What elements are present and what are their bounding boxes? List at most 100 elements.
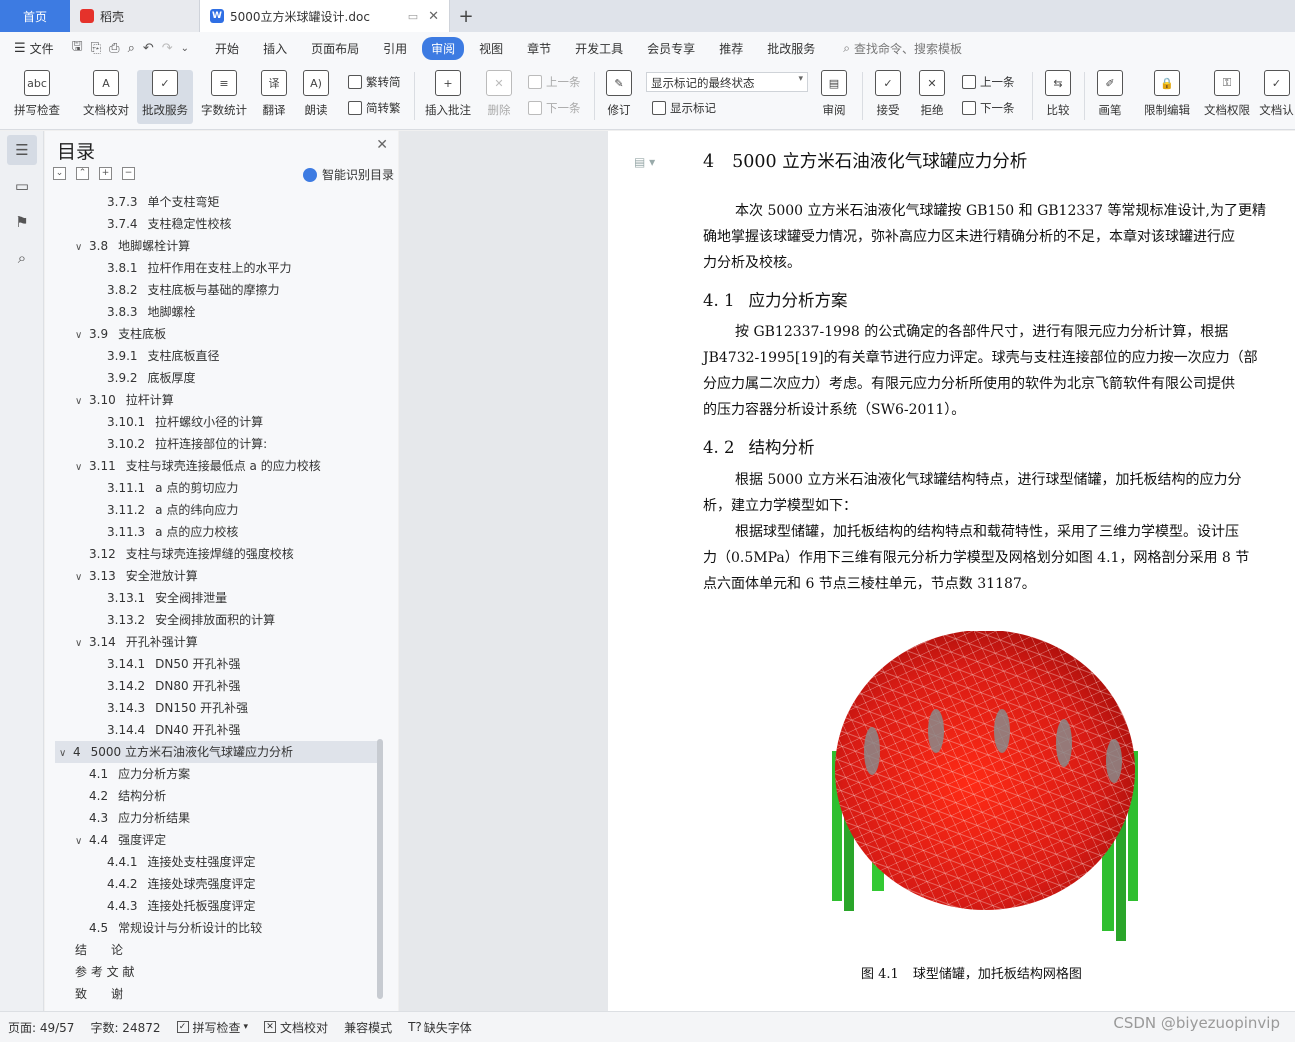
toc-item[interactable]: 参 考 文 献 [45, 961, 134, 983]
toc-item[interactable]: 3.13.1 安全阀排泄量 [45, 587, 227, 609]
print-icon[interactable]: ⎙ [109, 41, 119, 56]
expand-chevron-icon[interactable]: ∨ [75, 325, 89, 347]
toc-item[interactable]: 3.14.2 DN80 开孔补强 [45, 675, 240, 697]
remove-heading-icon[interactable]: − [122, 167, 135, 180]
doc-check-button[interactable]: A 文档校对 [78, 70, 134, 124]
next-comment-button[interactable]: 下一条 [528, 100, 581, 116]
add-heading-icon[interactable]: + [99, 167, 112, 180]
expand-chevron-icon[interactable]: ∨ [75, 567, 89, 589]
compare-button[interactable]: ⇆ 比较 [1040, 70, 1076, 124]
toc-scrollbar[interactable] [377, 739, 383, 999]
toc-item[interactable]: 4.4.2 连接处球壳强度评定 [45, 873, 256, 895]
expand-all-icon[interactable]: ⌄ [53, 167, 66, 180]
menu-tab[interactable]: 引用 [374, 37, 416, 60]
doc-check-status[interactable]: ✕ 文档校对 [256, 1019, 336, 1036]
undo-icon[interactable]: ↶ [143, 41, 154, 56]
tab-document[interactable]: W 5000立方米球罐设计.doc ▭ ✕ [200, 0, 450, 32]
prev-change-button[interactable]: 上一条 [962, 74, 1015, 90]
toc-item[interactable]: 3.14.3 DN150 开孔补强 [45, 697, 248, 719]
page-indicator[interactable]: 页面: 49/57 [0, 1019, 82, 1036]
reject-button[interactable]: ✕ 拒绝 [914, 70, 950, 124]
toc-item[interactable]: 3.9.2 底板厚度 [45, 367, 196, 389]
toc-item[interactable]: ∨ 4.4 强度评定 [45, 829, 166, 851]
restrict-edit-button[interactable]: 🔒 限制编辑 [1140, 70, 1194, 124]
window-mode-icon[interactable]: ▭ [408, 10, 418, 23]
toc-item[interactable]: 4.2 结构分析 [45, 785, 166, 807]
read-aloud-button[interactable]: A) 朗读 [300, 70, 332, 124]
expand-chevron-icon[interactable]: ∨ [75, 831, 89, 853]
menu-tab[interactable]: 插入 [254, 37, 296, 60]
next-change-button[interactable]: 下一条 [962, 100, 1015, 116]
menu-tab[interactable]: 批改服务 [758, 37, 824, 60]
toc-item[interactable]: 3.8.2 支柱底板与基础的摩擦力 [45, 279, 280, 301]
toc-item[interactable]: 3.8.3 地脚螺栓 [45, 301, 196, 323]
tab-docker[interactable]: 稻壳 [70, 0, 200, 32]
expand-chevron-icon[interactable]: ∨ [75, 633, 89, 655]
accept-button[interactable]: ✓ 接受 [870, 70, 906, 124]
toc-item[interactable]: 3.8.1 拉杆作用在支柱上的水平力 [45, 257, 292, 279]
toc-item[interactable]: 3.11.2 a 点的纬向应力 [45, 499, 238, 521]
review-pane-button[interactable]: ▤ 审阅 [816, 70, 852, 124]
document-page[interactable]: ▤ ▾ 4 5000 立方米石油液化气球罐应力分析 本次 5000 立方米石油液化… [608, 131, 1295, 1011]
toc-item[interactable]: ∨ 3.11 支柱与球壳连接最低点 a 的应力校核 [45, 455, 321, 477]
menu-tab[interactable]: 章节 [518, 37, 560, 60]
close-icon[interactable]: ✕ [376, 137, 388, 153]
collapse-all-icon[interactable]: ⌃ [76, 167, 89, 180]
toc-item[interactable]: 3.10.2 拉杆连接部位的计算: [45, 433, 267, 455]
word-count-button[interactable]: ≡ 字数统计 [197, 70, 251, 124]
toc-item[interactable]: 3.10.1 拉杆螺纹小径的计算 [45, 411, 263, 433]
markup-state-select[interactable]: 显示标记的最终状态 ▾ [646, 72, 808, 92]
toc-item[interactable]: 3.12 支柱与球壳连接焊缝的强度校核 [45, 543, 294, 565]
menu-tab[interactable]: 推荐 [710, 37, 752, 60]
toc-item[interactable]: ∨ 3.9 支柱底板 [45, 323, 166, 345]
prev-comment-button[interactable]: 上一条 [528, 74, 581, 90]
smart-toc-button[interactable]: 智能识别目录 [302, 166, 394, 183]
toc-item[interactable]: ∨ 3.10 拉杆计算 [45, 389, 174, 411]
file-menu[interactable]: ☰ 文件 [0, 40, 64, 57]
tab-home[interactable]: 首页 [0, 0, 70, 32]
bookmark-icon[interactable]: ⚑ [7, 207, 37, 237]
missing-font-button[interactable]: T? 缺失字体 [400, 1019, 480, 1036]
expand-chevron-icon[interactable]: ∨ [75, 457, 89, 479]
insert-comment-button[interactable]: + 插入批注 [422, 70, 474, 124]
doc-cert-button[interactable]: ✓ 文档认 [1258, 70, 1295, 124]
print-preview-icon[interactable]: ⌕ [128, 41, 135, 56]
toc-item[interactable]: 3.14.1 DN50 开孔补强 [45, 653, 240, 675]
trad-to-simp-button[interactable]: 繁转简 [348, 74, 401, 90]
spell-check-status[interactable]: ✓ 拼写检查 ▾ [169, 1019, 257, 1036]
toc-item[interactable]: 4.1 应力分析方案 [45, 763, 190, 785]
toc-item[interactable]: 结 论 [45, 939, 123, 961]
word-count-indicator[interactable]: 字数: 24872 [82, 1019, 168, 1036]
save-icon[interactable]: 🖫 [72, 37, 83, 59]
toc-item[interactable]: ∨ 3.14 开孔补强计算 [45, 631, 198, 653]
pen-button[interactable]: ✐ 画笔 [1094, 70, 1126, 124]
toc-item[interactable]: 3.13.2 安全阀排放面积的计算 [45, 609, 275, 631]
toc-item[interactable]: 4.5 常规设计与分析设计的比较 [45, 917, 262, 939]
expand-chevron-icon[interactable]: ∨ [59, 743, 73, 765]
simp-to-trad-button[interactable]: 简转繁 [348, 100, 401, 116]
toc-item[interactable]: 3.14.4 DN40 开孔补强 [45, 719, 240, 741]
toc-item[interactable]: 致 谢 [45, 983, 123, 1005]
expand-chevron-icon[interactable]: ∨ [75, 237, 89, 259]
command-search[interactable]: ⌕ 查找命令、搜索模板 [843, 40, 962, 57]
menu-tab[interactable]: 视图 [470, 37, 512, 60]
toc-icon[interactable]: ☰ [7, 135, 37, 165]
revise-service-button[interactable]: ✓ 批改服务 [137, 70, 193, 124]
toc-item[interactable]: ∨ 3.8 地脚螺栓计算 [45, 235, 190, 257]
menu-tab[interactable]: 开始 [206, 37, 248, 60]
chapter-nav-icon[interactable]: ▭ [7, 171, 37, 201]
toc-item[interactable]: 3.7.3 单个支柱弯矩 [45, 191, 220, 213]
toc-item[interactable]: 3.9.1 支柱底板直径 [45, 345, 220, 367]
expand-chevron-icon[interactable]: ∨ [75, 391, 89, 413]
spell-check-button[interactable]: abc 拼写检查 [8, 70, 66, 124]
menu-tab[interactable]: 会员专享 [638, 37, 704, 60]
track-changes-button[interactable]: ✎ 修订 [602, 70, 636, 124]
toc-item[interactable]: ∨ 3.13 安全泄放计算 [45, 565, 198, 587]
toc-item[interactable]: 4.4.3 连接处托板强度评定 [45, 895, 256, 917]
toc-item[interactable]: 4.3 应力分析结果 [45, 807, 190, 829]
close-tab-icon[interactable]: ✕ [428, 9, 439, 24]
menu-tab[interactable]: 页面布局 [302, 37, 368, 60]
toc-item[interactable]: 3.7.4 支柱稳定性校核 [45, 213, 232, 235]
toc-item[interactable]: ∨ 4 5000 立方米石油液化气球罐应力分析 [55, 741, 379, 763]
toc-item[interactable]: 3.11.1 a 点的剪切应力 [45, 477, 238, 499]
